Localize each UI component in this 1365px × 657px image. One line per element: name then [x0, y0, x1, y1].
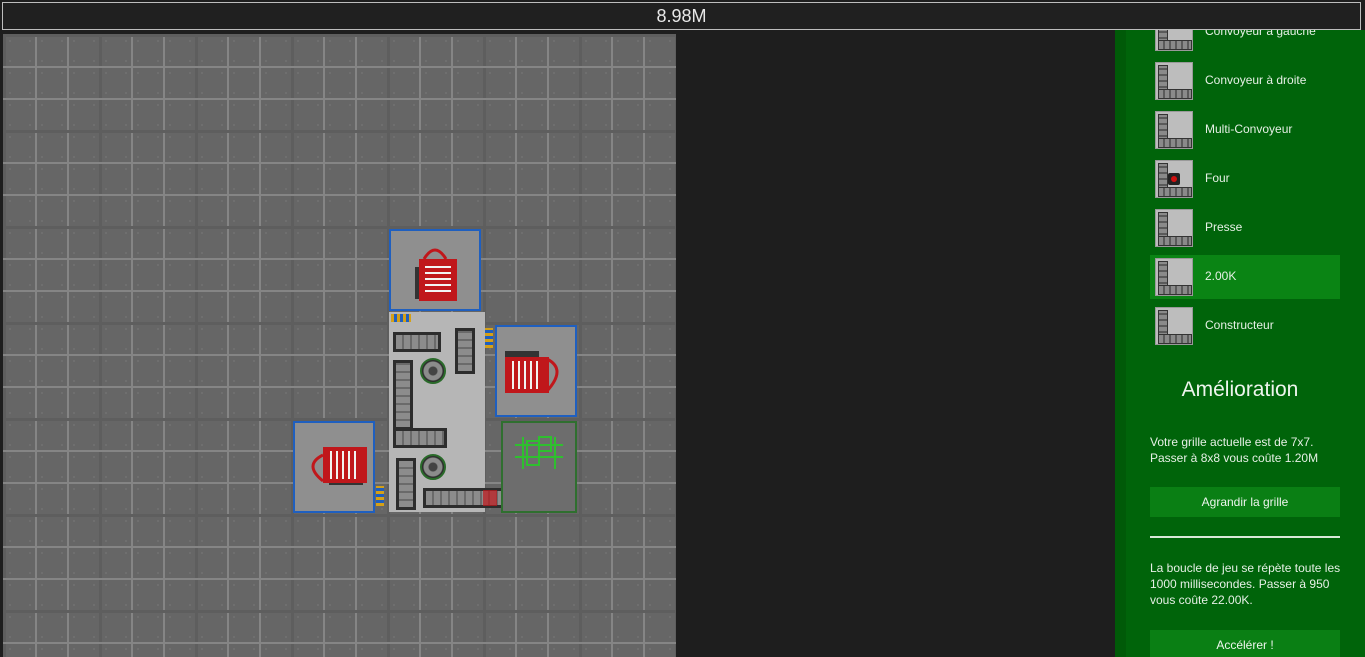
output-port [376, 486, 384, 506]
divider [1150, 536, 1340, 538]
build-item-label: Convoyeur à droite [1205, 73, 1307, 87]
build-item[interactable]: 2.00K [1150, 255, 1340, 299]
conveyor-belt[interactable] [393, 360, 413, 430]
build-item-label: Constructeur [1205, 318, 1274, 332]
expand-grid-button[interactable]: Agrandir la grille [1150, 487, 1340, 517]
build-item-label: Presse [1205, 220, 1243, 234]
import-machine[interactable] [293, 421, 375, 513]
crafter-icon [1155, 258, 1193, 296]
red-item-icon [415, 248, 457, 301]
build-item[interactable]: Convoyeur à gauche [1150, 30, 1340, 54]
conveyor-belt[interactable] [455, 328, 475, 374]
output-port [391, 314, 411, 322]
money-display: 8.98M [2, 2, 1361, 30]
build-item-label: Multi-Convoyeur [1205, 122, 1293, 136]
factory-grid[interactable] [3, 34, 676, 657]
build-item-label: Convoyeur à gauche [1205, 30, 1316, 38]
sidebar: Convoyeur à gauche Convoyeur à droite Mult… [1115, 30, 1365, 657]
conveyor-belt[interactable] [393, 332, 441, 352]
build-item[interactable]: Convoyeur à droite [1150, 59, 1340, 103]
build-item-label: Four [1205, 171, 1230, 185]
loop-upgrade-text: La boucle de jeu se répète toute les 100… [1150, 561, 1341, 607]
build-item[interactable]: Presse [1150, 206, 1340, 250]
upgrade-title: Amélioration [1181, 378, 1299, 401]
gear-icon [420, 454, 446, 480]
grid-upgrade-text: Votre grille actuelle est de 7x7. Passer… [1150, 435, 1319, 465]
import-machine[interactable] [389, 229, 481, 311]
belt-left-icon [1155, 30, 1193, 51]
build-item-label: 2.00K [1205, 269, 1237, 283]
build-item[interactable]: Four [1150, 157, 1340, 201]
seller-machine[interactable] [501, 421, 577, 513]
speed-up-button[interactable]: Accélérer ! [1150, 630, 1340, 657]
conveyor-belt[interactable] [396, 458, 416, 510]
press-icon [1155, 209, 1193, 247]
circuit-icon [515, 436, 563, 469]
multi-belt-icon [1155, 111, 1193, 149]
input-port [483, 490, 497, 506]
import-machine[interactable] [495, 325, 577, 417]
furnace-icon [1155, 160, 1193, 198]
belt-right-icon [1155, 62, 1193, 100]
constructor-icon [1155, 307, 1193, 345]
red-item-icon [505, 351, 559, 393]
build-item[interactable]: Constructeur [1150, 304, 1340, 348]
conveyor-belt[interactable] [393, 428, 447, 448]
red-item-icon [311, 447, 367, 485]
build-item[interactable]: Multi-Convoyeur [1150, 108, 1340, 152]
gear-icon [420, 358, 446, 384]
input-port [485, 328, 493, 348]
